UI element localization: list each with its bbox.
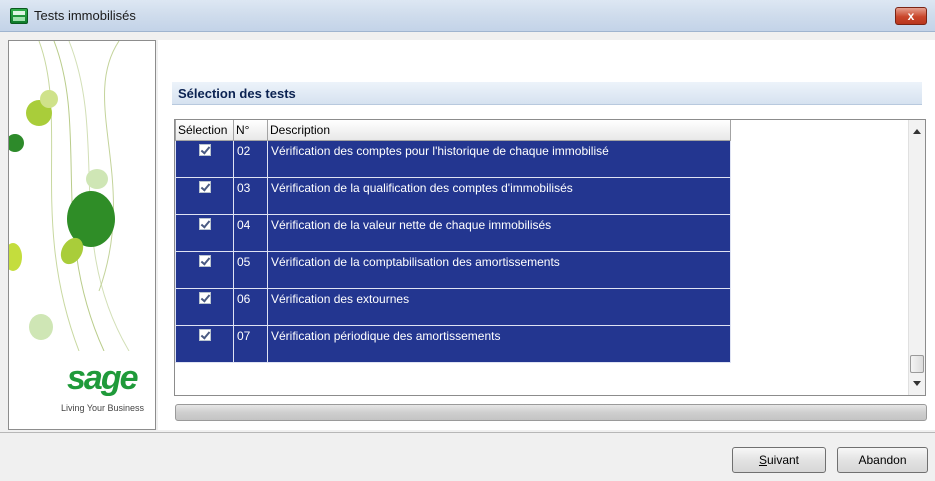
number-cell: 04 (233, 213, 268, 252)
table-header-row: Sélection N° Description (175, 120, 731, 141)
main-content: Sélection des tests Sélection N° Descrip… (158, 40, 935, 430)
close-button[interactable]: x (895, 7, 927, 25)
selection-checkbox[interactable] (198, 217, 211, 230)
table-row[interactable]: 03 Vérification de la qualification des … (175, 176, 731, 215)
next-button[interactable]: Suivant (732, 447, 826, 473)
column-header-description[interactable]: Description (267, 120, 731, 141)
selection-checkbox[interactable] (198, 328, 211, 341)
selection-checkbox[interactable] (198, 143, 211, 156)
section-title: Sélection des tests (178, 86, 296, 101)
progress-bar (175, 404, 927, 421)
selection-cell[interactable] (175, 324, 234, 363)
selection-cell[interactable] (175, 250, 234, 289)
cancel-button[interactable]: Abandon (837, 447, 928, 473)
table-row[interactable]: 07 Vérification périodique des amortisse… (175, 324, 731, 363)
table-row[interactable]: 06 Vérification des extournes (175, 287, 731, 326)
description-cell: Vérification de la qualification des com… (267, 176, 731, 215)
footer-divider (0, 432, 935, 433)
selection-cell[interactable] (175, 213, 234, 252)
sage-logo: sage (67, 359, 138, 397)
selection-checkbox[interactable] (198, 254, 211, 267)
selection-cell[interactable] (175, 139, 234, 178)
description-cell: Vérification des extournes (267, 287, 731, 326)
app-icon (10, 8, 28, 24)
number-cell: 03 (233, 176, 268, 215)
number-cell: 05 (233, 250, 268, 289)
tests-grid[interactable]: Sélection N° Description 02 Vérification… (174, 119, 926, 396)
brand-panel: sage Living Your Business (8, 40, 156, 430)
description-cell: Vérification de la comptabilisation des … (267, 250, 731, 289)
window-title: Tests immobilisés (34, 8, 136, 23)
brand-tagline: Living Your Business (61, 403, 145, 413)
vertical-scrollbar[interactable] (908, 120, 925, 395)
table-row[interactable]: 02 Vérification des comptes pour l'histo… (175, 139, 731, 178)
column-header-selection[interactable]: Sélection (175, 120, 234, 141)
dialog-window: Tests immobilisés x sage Living Your Bus… (0, 0, 935, 481)
table-row[interactable]: 04 Vérification de la valeur nette de ch… (175, 213, 731, 252)
description-cell: Vérification de la valeur nette de chaqu… (267, 213, 731, 252)
number-cell: 07 (233, 324, 268, 363)
next-button-mnemonic: S (758, 453, 767, 467)
selection-checkbox[interactable] (198, 180, 211, 193)
description-cell: Vérification périodique des amortissemen… (267, 324, 731, 363)
tests-table: Sélection N° Description 02 Vérification… (175, 120, 731, 363)
scroll-thumb[interactable] (910, 355, 924, 373)
number-cell: 06 (233, 287, 268, 326)
title-bar[interactable]: Tests immobilisés x (0, 0, 935, 32)
scroll-down-icon[interactable] (913, 381, 921, 386)
next-button-label: uivant (766, 453, 800, 467)
section-header: Sélection des tests (172, 82, 922, 105)
table-row[interactable]: 05 Vérification de la comptabilisation d… (175, 250, 731, 289)
scroll-up-icon[interactable] (913, 129, 921, 134)
selection-cell[interactable] (175, 176, 234, 215)
decorative-leaves-graphic (9, 41, 130, 351)
selection-cell[interactable] (175, 287, 234, 326)
number-cell: 02 (233, 139, 268, 178)
selection-checkbox[interactable] (198, 291, 211, 304)
column-header-number[interactable]: N° (233, 120, 268, 141)
description-cell: Vérification des comptes pour l'historiq… (267, 139, 731, 178)
